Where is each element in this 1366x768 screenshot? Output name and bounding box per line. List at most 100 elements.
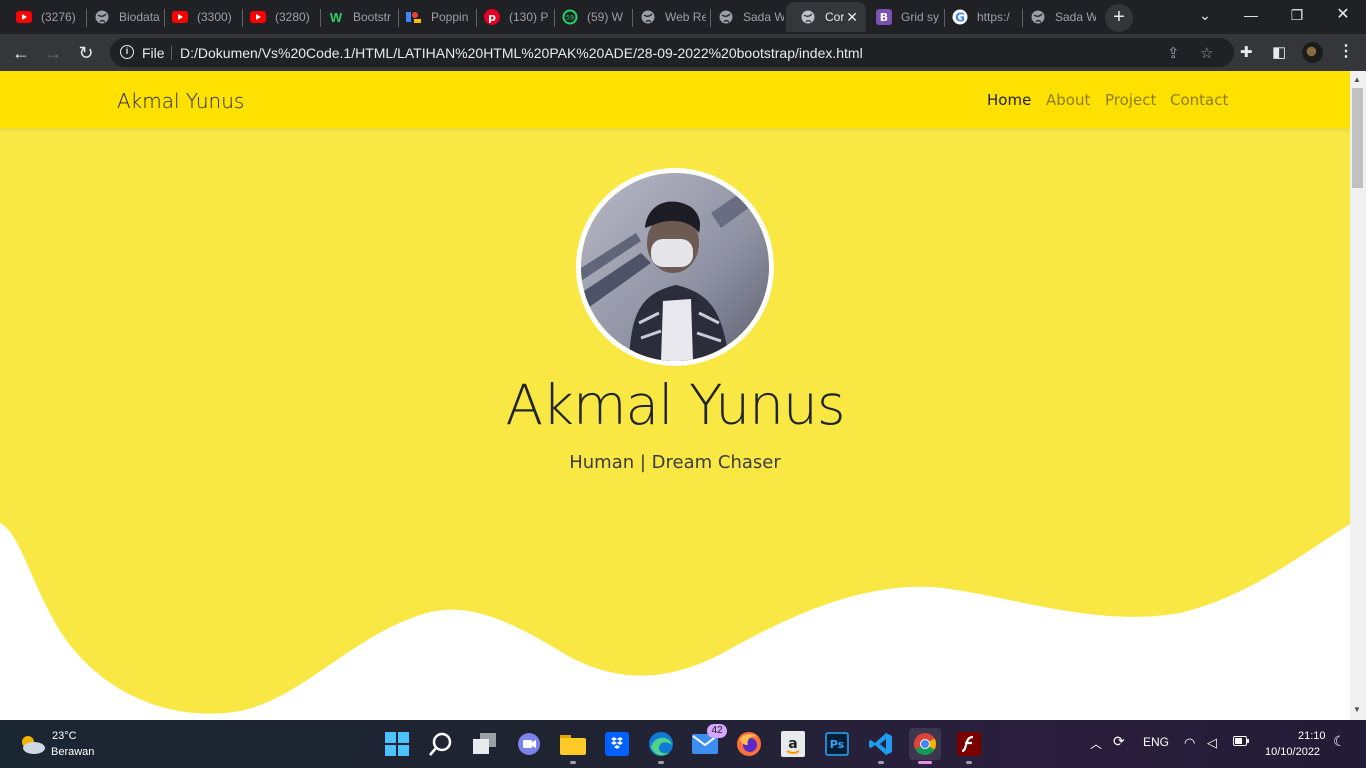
tab-title: Sada W	[1055, 10, 1096, 24]
edge-icon[interactable]	[645, 728, 677, 764]
svg-text:G: G	[955, 11, 965, 25]
svg-text:p: p	[488, 11, 496, 24]
tab-youtube-3300[interactable]: (3300)	[158, 2, 238, 32]
teams-icon[interactable]	[513, 728, 545, 760]
share-icon[interactable]: ⇪	[1167, 44, 1180, 62]
language-indicator[interactable]: ENG	[1143, 735, 1169, 749]
weather-description[interactable]: Berawan	[51, 746, 94, 758]
tab-grid-system[interactable]: B Grid sy	[862, 2, 942, 32]
tab-title: https:/	[977, 10, 1010, 24]
file-label: File	[142, 45, 165, 61]
tab-web[interactable]: Web Re	[626, 2, 706, 32]
clock-date[interactable]: 10/10/2022	[1265, 746, 1320, 758]
volume-icon[interactable]: ◁	[1207, 735, 1217, 751]
running-indicator	[878, 761, 884, 764]
close-tab-icon[interactable]: ✕	[846, 9, 858, 26]
flash-icon[interactable]	[953, 728, 985, 764]
tab-title: Biodata	[119, 10, 160, 24]
tab-title: Bootstr	[353, 10, 392, 24]
firefox-icon[interactable]	[733, 728, 765, 760]
side-panel-icon[interactable]: ◧	[1272, 43, 1286, 61]
youtube-icon	[172, 9, 188, 25]
chrome-icon[interactable]	[909, 728, 941, 764]
google-fonts-icon	[406, 9, 422, 25]
tab-youtube-3276[interactable]: (3276)	[2, 2, 86, 32]
dropbox-icon[interactable]	[601, 728, 633, 760]
nav-link-contact[interactable]: Contact	[1170, 91, 1228, 109]
mail-icon[interactable]: 42	[689, 724, 727, 760]
tab-pinterest[interactable]: p (130) P	[470, 2, 550, 32]
svg-text:a: a	[788, 736, 797, 752]
hero-name: Akmal Yunus	[505, 373, 845, 437]
weather-temperature[interactable]: 23°C	[52, 730, 77, 742]
tab-search-icon[interactable]: ⌄	[1182, 0, 1228, 30]
clock-time[interactable]: 21:10	[1298, 730, 1326, 742]
new-tab-button[interactable]: +	[1105, 4, 1133, 32]
site-navbar: Akmal Yunus Home About Project Contact	[0, 71, 1350, 128]
sync-icon[interactable]: ⟳	[1113, 733, 1125, 750]
whatsapp-icon: 59	[562, 9, 578, 25]
bookmark-star-icon[interactable]: ☆	[1200, 44, 1213, 62]
running-indicator	[658, 761, 664, 764]
vscode-icon[interactable]	[865, 728, 897, 764]
bootstrap-icon: B	[876, 9, 892, 25]
tab-sada[interactable]: Sada W	[704, 2, 784, 32]
tab-title: Sada W	[743, 10, 784, 24]
page-scrollbar[interactable]: ▲ ▼	[1350, 71, 1366, 720]
info-icon[interactable]: i	[120, 45, 134, 59]
tab-youtube-3280[interactable]: (3280)	[236, 2, 316, 32]
search-icon[interactable]	[425, 728, 457, 760]
url-text[interactable]: D:/Dokumen/Vs%20Code.1/HTML/LATIHAN%20HT…	[180, 45, 863, 61]
tab-google[interactable]: G https:/	[938, 2, 1018, 32]
nav-link-about[interactable]: About	[1046, 91, 1090, 109]
youtube-icon	[250, 9, 266, 25]
start-icon[interactable]	[381, 728, 413, 760]
back-icon[interactable]: ←	[8, 40, 34, 66]
scroll-up-icon[interactable]: ▲	[1353, 75, 1361, 84]
extensions-icon[interactable]: ✚	[1240, 43, 1253, 61]
notification-moon-icon[interactable]: ☾	[1333, 733, 1346, 750]
w-icon: W	[329, 9, 343, 25]
weather-cloud-icon[interactable]	[18, 733, 46, 760]
tab-strip: (3276) Biodata (3300) (3280) W Bootstr P…	[0, 0, 1366, 34]
scroll-down-icon[interactable]: ▼	[1353, 705, 1361, 714]
svg-text:Ps: Ps	[830, 738, 845, 751]
nav-link-home[interactable]: Home	[987, 91, 1031, 109]
forward-icon[interactable]: →	[40, 40, 66, 66]
tab-bootstrap[interactable]: W Bootstr	[314, 2, 394, 32]
tab-sada-2[interactable]: Sada W	[1016, 2, 1096, 32]
tab-poppins[interactable]: Poppin	[392, 2, 472, 32]
globe-icon	[640, 9, 656, 25]
chevron-up-icon[interactable]: ︿	[1090, 735, 1102, 752]
task-view-icon[interactable]	[469, 728, 501, 760]
profile-avatar-icon[interactable]	[1302, 42, 1323, 63]
close-window-icon[interactable]: ✕	[1320, 0, 1366, 30]
youtube-icon	[16, 9, 32, 25]
restore-icon[interactable]: ❐	[1274, 0, 1320, 30]
tab-active[interactable]: Cor ✕	[786, 2, 866, 32]
scroll-thumb[interactable]	[1352, 88, 1363, 188]
tab-title: (3300)	[197, 10, 232, 24]
file-explorer-icon[interactable]	[557, 728, 589, 764]
reload-icon[interactable]: ↻	[73, 40, 99, 66]
omnibox-separator	[171, 46, 172, 60]
tab-title: Cor	[825, 10, 845, 24]
wifi-icon[interactable]: ◠	[1184, 735, 1195, 751]
amazon-icon[interactable]: a	[777, 728, 809, 760]
photoshop-icon[interactable]: Ps	[821, 728, 853, 760]
menu-icon[interactable]: ⋮	[1338, 41, 1354, 61]
page-viewport: Akmal Yunus Home About Project Contact A…	[0, 71, 1366, 720]
running-indicator	[918, 761, 932, 764]
nav-link-project[interactable]: Project	[1105, 91, 1156, 109]
tab-whatsapp[interactable]: 59 (59) W	[548, 2, 628, 32]
mail-badge: 42	[707, 724, 727, 738]
running-indicator	[570, 761, 576, 764]
tab-title: (3276)	[41, 10, 76, 24]
battery-icon[interactable]	[1233, 735, 1249, 749]
tab-biodata[interactable]: Biodata	[80, 2, 162, 32]
tab-title: (59) W	[587, 10, 623, 24]
minimize-icon[interactable]: —	[1228, 0, 1274, 30]
address-bar[interactable]: i File D:/Dokumen/Vs%20Code.1/HTML/LATIH…	[110, 38, 1234, 67]
running-indicator	[966, 761, 972, 764]
site-brand[interactable]: Akmal Yunus	[117, 89, 244, 113]
